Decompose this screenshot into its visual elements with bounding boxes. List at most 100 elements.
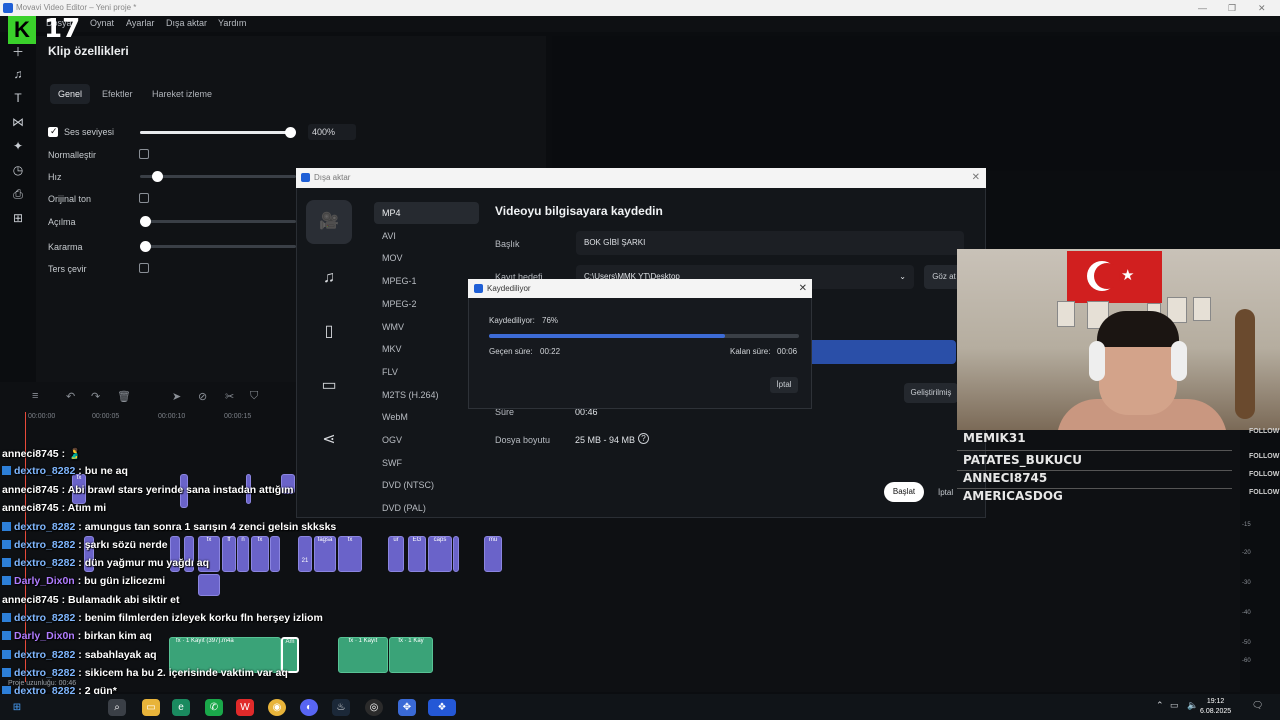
export-cancel-button[interactable]: İptal — [938, 488, 953, 497]
audio-export-icon[interactable]: ♫ — [306, 256, 352, 300]
original-tone-checkbox[interactable] — [139, 193, 149, 203]
chevron-up-icon[interactable]: ⌃ — [1156, 700, 1164, 711]
video-clip[interactable]: fagsa — [314, 536, 336, 572]
video-clip[interactable]: n — [237, 536, 249, 572]
volume-checkbox[interactable] — [48, 126, 58, 137]
export-close-icon[interactable]: ✕ — [972, 168, 980, 188]
reverse-checkbox[interactable] — [139, 263, 149, 273]
menu-settings[interactable]: Ayarlar — [126, 18, 154, 28]
delete-icon[interactable]: 🗑 — [117, 390, 131, 403]
network-icon[interactable]: ▭ — [1170, 700, 1179, 711]
format-item[interactable]: MPEG-2 — [374, 293, 479, 315]
tab-motion-tracking[interactable]: Hareket izleme — [144, 84, 220, 104]
fade-out-slider[interactable] — [140, 241, 296, 252]
timeline-ruler[interactable]: 00:00:00 00:00:05 00:00:10 00:00:15 — [24, 410, 304, 424]
redo-icon[interactable]: ↷ — [91, 390, 100, 403]
format-item[interactable]: AVI — [374, 225, 479, 247]
fade-out-slider-handle[interactable] — [140, 241, 151, 252]
discord-icon[interactable]: ◐ — [300, 699, 318, 716]
movavi-taskbar-icon[interactable]: ❖ — [428, 699, 456, 716]
notifications-icon[interactable]: 🗨 — [1252, 700, 1263, 711]
audio-clip[interactable]: fx · 1 Kayıt — [338, 637, 388, 673]
maximize-button[interactable]: ❐ — [1228, 0, 1236, 16]
volume-slider[interactable] — [140, 127, 296, 138]
volume-value[interactable]: 400% — [308, 124, 356, 140]
tab-effects[interactable]: Efektler — [94, 84, 141, 104]
menu-play[interactable]: Oynat — [90, 18, 114, 28]
edge-browser-icon[interactable]: e — [172, 699, 190, 716]
fade-in-slider-handle[interactable] — [140, 216, 151, 227]
speed-slider-handle[interactable] — [152, 171, 163, 182]
video-clip[interactable]: mu — [484, 536, 502, 572]
format-item[interactable]: OGV — [374, 429, 479, 451]
video-clip[interactable]: fx — [251, 536, 269, 572]
wps-office-icon[interactable]: W — [236, 699, 254, 716]
title-input[interactable]: BOK GİBİ ŞARKI — [576, 231, 964, 255]
audio-clip[interactable]: fx · 1 Kay — [389, 637, 433, 673]
chrome-icon[interactable]: ◉ — [268, 699, 286, 716]
video-clip[interactable]: ur — [388, 536, 404, 572]
steam-icon[interactable]: ♨ — [332, 699, 350, 716]
start-button[interactable]: Başlat — [884, 482, 924, 502]
video-clip[interactable] — [198, 574, 220, 596]
video-export-icon[interactable]: 🎥 — [306, 200, 352, 244]
video-clip[interactable]: ff — [222, 536, 236, 572]
format-item[interactable]: WMV — [374, 316, 479, 338]
clock-icon[interactable]: ◷ — [10, 162, 26, 178]
fade-in-slider[interactable] — [140, 216, 296, 227]
windows-start-icon[interactable]: ⊞ — [8, 699, 26, 716]
format-item[interactable]: WebM — [374, 406, 479, 428]
menu-help[interactable]: Yardım — [218, 18, 246, 28]
undo-icon[interactable]: ↶ — [66, 390, 75, 403]
video-clip[interactable] — [270, 536, 280, 572]
format-item[interactable]: M2TS (H.264) — [374, 384, 479, 406]
volume-icon[interactable]: 🔈 — [1187, 700, 1198, 711]
format-item[interactable]: DVD (PAL) — [374, 497, 479, 519]
select-tool-icon[interactable]: ➤ — [172, 390, 181, 403]
stickers-icon[interactable]: ⎙ — [10, 186, 26, 202]
format-item[interactable]: FLV — [374, 361, 479, 383]
file-explorer-icon[interactable]: ▭ — [142, 699, 160, 716]
whatsapp-icon[interactable]: ✆ — [205, 699, 223, 716]
volume-slider-handle[interactable] — [285, 127, 296, 138]
progress-cancel-button[interactable]: İptal — [770, 377, 798, 393]
marker-icon[interactable]: ⛉ — [250, 390, 258, 403]
format-item[interactable]: DVD (NTSC) — [374, 474, 479, 496]
help-icon[interactable]: ? — [638, 433, 649, 444]
ripple-tool-icon[interactable]: ⊘ — [198, 390, 207, 403]
format-item[interactable]: MOV — [374, 247, 479, 269]
obs-icon[interactable]: ◎ — [365, 699, 383, 716]
video-clip[interactable]: 21 — [298, 536, 312, 572]
share-export-icon[interactable]: ⋖ — [306, 418, 352, 462]
close-button[interactable]: ✕ — [1258, 0, 1266, 16]
system-clock[interactable]: 19:12 6.08.2025 — [1200, 697, 1231, 717]
music-icon[interactable]: ♫ — [10, 66, 26, 82]
format-item[interactable]: SWF — [374, 452, 479, 474]
tab-general[interactable]: Genel — [50, 84, 91, 104]
video-clip[interactable]: EG — [408, 536, 426, 572]
add-icon[interactable]: ＋ — [10, 44, 26, 60]
video-clip[interactable] — [453, 536, 459, 572]
format-item[interactable]: MP4 — [374, 202, 479, 224]
more-tools-icon[interactable]: ⊞ — [10, 210, 26, 226]
video-clip[interactable]: fx — [338, 536, 362, 572]
speed-slider[interactable] — [140, 171, 296, 182]
timeline-settings-icon[interactable]: ≡ — [32, 390, 38, 402]
mobile-export-icon[interactable]: ▯ — [306, 310, 352, 354]
transitions-icon[interactable]: ⋈ — [10, 114, 26, 130]
video-clip[interactable]: caps — [428, 536, 452, 572]
search-icon[interactable]: ⌕ — [108, 699, 126, 716]
format-item[interactable]: MPEG-1 — [374, 270, 479, 292]
effects-wand-icon[interactable]: ✦ — [10, 138, 26, 154]
progress-close-icon[interactable]: ✕ — [799, 279, 807, 298]
format-item[interactable]: MKV — [374, 338, 479, 360]
text-icon[interactable]: T — [10, 90, 26, 106]
menu-export[interactable]: Dışa aktar — [166, 18, 207, 28]
app-icon[interactable]: ✥ — [398, 699, 416, 716]
cut-icon[interactable]: ✂ — [225, 390, 234, 403]
normalize-checkbox[interactable] — [139, 149, 149, 159]
minimize-button[interactable]: — — [1198, 0, 1207, 16]
progress-bar-fill — [489, 334, 725, 338]
tv-export-icon[interactable]: ▭ — [306, 364, 352, 408]
advanced-button[interactable]: Geliştirilmiş — [904, 383, 958, 403]
